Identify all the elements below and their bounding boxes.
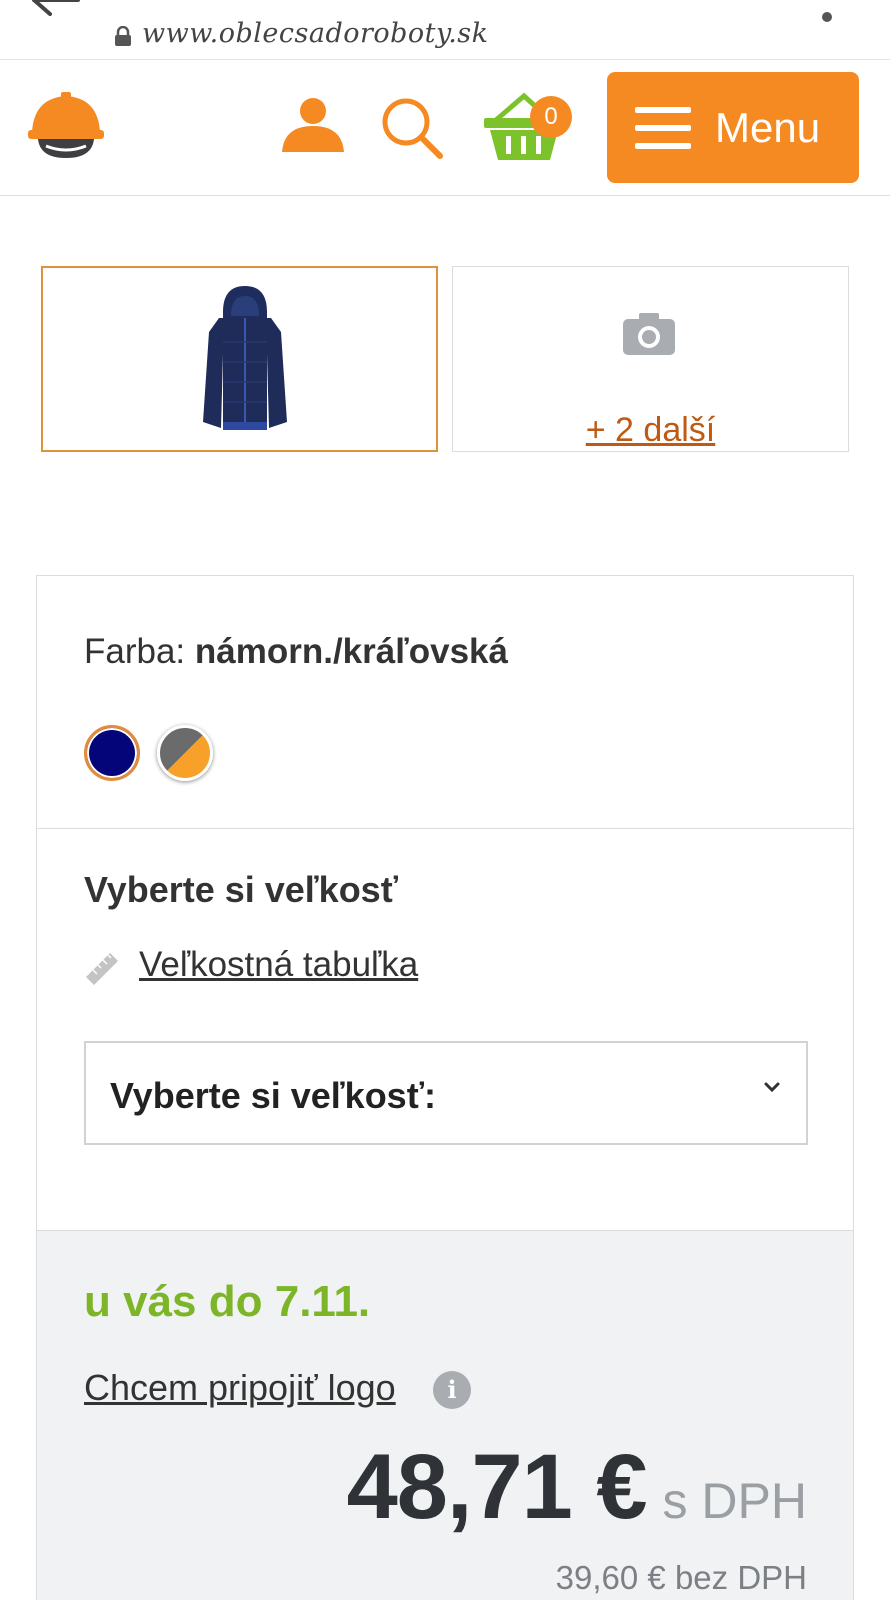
color-swatch-grey-orange[interactable] [157,725,213,781]
size-select-value: Vyberte si veľkosť: [110,1075,436,1116]
delivery-estimate: u vás do 7.11. [84,1277,371,1326]
hamburger-icon [635,106,691,149]
browser-url-bar: www.oblecsadoroboty.sk [0,0,890,60]
color-label: Farba: námorn./kráľovská [84,632,508,672]
cart-count-badge[interactable]: 0 [530,96,572,138]
user-account-icon[interactable] [280,96,346,152]
size-chart-link[interactable]: Veľkostná tabuľka [139,945,418,985]
url-text[interactable]: www.oblecsadoroboty.sk [142,18,489,49]
price-vat-suffix: s DPH [662,1473,807,1529]
price-section: u vás do 7.11. Chcem pripojiť logo i 48,… [37,1230,853,1600]
product-thumbnail-more[interactable]: + 2 další [452,266,849,452]
chevron-down-icon [764,1082,780,1093]
product-thumbnail-main[interactable] [41,266,438,452]
back-arrow-icon[interactable] [30,0,82,28]
hardhat-logo-icon[interactable] [28,92,104,160]
size-select[interactable]: Vyberte si veľkosť: [84,1041,808,1145]
price-row: 48,71 € s DPH [347,1435,807,1540]
add-logo-link[interactable]: Chcem pripojiť logo [84,1367,396,1409]
color-label-text: Farba: [84,632,186,671]
site-header: 0 Menu [0,60,890,196]
more-images-link[interactable]: + 2 další [453,411,848,450]
info-icon[interactable]: i [433,1371,471,1409]
selected-color-name: námorn./kráľovská [194,632,508,671]
product-options-panel: Farba: námorn./kráľovská Vyberte si veľk… [36,575,854,1600]
size-heading: Vyberte si veľkosť [84,869,398,910]
price-with-vat: 48,71 € [346,1436,648,1538]
menu-button[interactable]: Menu [607,72,859,183]
jacket-image [203,286,287,430]
color-swatch-navy[interactable] [84,725,140,781]
more-options-icon[interactable] [820,0,834,26]
lock-icon [115,26,131,46]
price-without-vat: 39,60 € bez DPH [555,1559,807,1596]
camera-icon [623,313,675,355]
menu-label: Menu [715,103,821,151]
size-section: Vyberte si veľkosť Veľkostná tabuľka Vyb… [37,829,853,1229]
color-section: Farba: námorn./kráľovská [37,576,853,829]
ruler-icon [86,953,118,985]
search-icon[interactable] [380,96,444,160]
